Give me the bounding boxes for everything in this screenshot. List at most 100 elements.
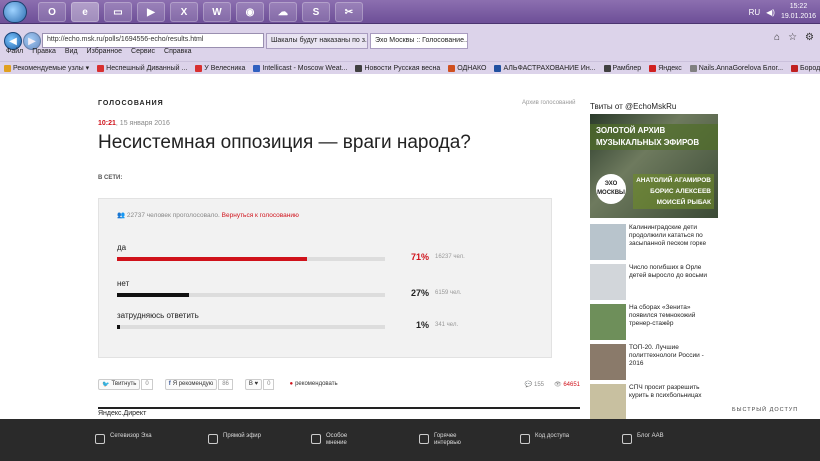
favorite-link[interactable]: АЛЬФАСТРАХОВАНИЕ Ин... [494, 62, 596, 74]
news-item[interactable]: ТОП-20. Лучшие политтехнологи России - 2… [590, 344, 718, 380]
settings-icon[interactable]: ⚙ [805, 32, 814, 43]
tweet-button[interactable]: 🐦 Твитнуть [98, 378, 141, 390]
internet-explorer-icon[interactable]: e [71, 2, 99, 22]
tab-2[interactable]: Эхо Москвы :: Голосование... [370, 33, 468, 49]
banner-name2: БОРИС АЛЕКСЕЕВ [650, 188, 711, 195]
favicon-icon [448, 64, 456, 72]
tab-1[interactable]: Шакалы будут наказаны по з... [266, 33, 368, 49]
option-percent: 27% [410, 288, 429, 298]
news-item[interactable]: Калининградские дети продолжили кататься… [590, 224, 718, 260]
yandex-direct-label[interactable]: Яндекс.Директ [98, 410, 146, 417]
menu-item-3[interactable]: Избранное [87, 48, 122, 60]
clock[interactable]: 15:22 19.01.2016 [781, 2, 816, 22]
word-icon[interactable]: W [203, 2, 231, 22]
footer-link[interactable]: Особое мнение [311, 433, 368, 447]
volume-icon[interactable]: ◀) [766, 8, 775, 17]
option-percent: 1% [415, 320, 429, 330]
favorite-label: Новости Русская весна [364, 64, 441, 72]
news-item[interactable]: Число погибших в Орле детей выросло до в… [590, 264, 718, 300]
explorer-icon[interactable]: ▭ [104, 2, 132, 22]
skype-icon[interactable]: S [302, 2, 330, 22]
start-button[interactable] [3, 1, 27, 23]
news-thumbnail[interactable] [590, 224, 626, 260]
tweet-count: 0 [141, 378, 153, 390]
news-headline[interactable]: На сборах «Зенита» появился темнокожий т… [629, 304, 717, 328]
outlook-icon[interactable]: O [38, 2, 66, 22]
favorite-label: Рекомендуемые узлы ▾ [13, 65, 90, 72]
facebook-button[interactable]: fЯ рекомендую [164, 378, 218, 390]
news-headline[interactable]: Число погибших в Орле детей выросло до в… [629, 264, 717, 280]
language-indicator[interactable]: RU [749, 8, 761, 17]
section-title[interactable]: ГОЛОСОВАНИЯ [98, 100, 164, 107]
comments-count[interactable]: 💬 155 [525, 381, 544, 388]
news-headline[interactable]: ТОП-20. Лучшие политтехнологи России - 2… [629, 344, 717, 368]
footer-bar: Сетевизор Эха Прямой эфир Особое мнение Гор… [0, 419, 820, 461]
recommend-label: рекомендовать [295, 381, 338, 387]
comment-icon: 💬 [524, 381, 534, 388]
favorite-link[interactable]: Рамблер [603, 62, 641, 74]
eye-icon: 👁 [554, 381, 564, 388]
footer-link[interactable]: Сетевизор Эха [95, 433, 152, 444]
news-headline[interactable]: СПЧ просит разрешить курить в психбольни… [629, 384, 717, 400]
favorites-icon[interactable]: ☆ [788, 32, 797, 43]
golden-archive-banner[interactable]: ЗОЛОТОЙ АРХИВ МУЗЫКАЛЬНЫХ ЭФИРОВ ЭХО МОСК… [590, 114, 718, 218]
date: , 15 января 2016 [115, 120, 170, 127]
favorite-link[interactable]: У Велесника [195, 62, 245, 74]
tv-icon [95, 434, 105, 444]
excel-icon[interactable]: X [170, 2, 198, 22]
favorite-link[interactable]: Nails.AnnaGorelova Блог... [689, 62, 784, 74]
archive-link[interactable]: Архив голосований [522, 100, 576, 106]
recommend-button[interactable]: ● рекомендовать [286, 379, 340, 390]
footer-link[interactable]: Код доступа [520, 433, 577, 444]
clock-time: 15:22 [789, 3, 808, 10]
back-to-vote-link[interactable]: Вернуться к голосованию [222, 212, 299, 219]
facebook-count: 86 [218, 378, 233, 390]
twitter-widget-title[interactable]: Твиты от @EchoMskRu [590, 102, 676, 111]
comments-value: 155 [534, 381, 545, 388]
menu-item-1[interactable]: Правка [32, 48, 56, 60]
favicon-icon [355, 64, 363, 72]
menu-item-0[interactable]: Файл [6, 48, 23, 60]
votes-total: 22737 человек проголосовало. [126, 212, 220, 219]
news-thumbnail[interactable] [590, 304, 626, 340]
favorite-link[interactable]: Intellicast - Moscow Weat... [253, 62, 347, 74]
media-player-icon[interactable]: ▶ [137, 2, 165, 22]
favorite-label: Nails.AnnaGorelova Блог... [698, 64, 784, 72]
favorite-link[interactable]: Новости Русская весна [355, 62, 440, 74]
snipping-icon[interactable]: ✂ [335, 2, 363, 22]
result-bar-fill [117, 293, 190, 297]
home-icon[interactable]: ⌂ [774, 32, 780, 43]
lock-icon [520, 434, 530, 444]
footer-link[interactable]: Горячее интервью [419, 433, 476, 447]
result-bar [117, 257, 385, 261]
footer-link[interactable]: Блог ААВ [622, 433, 679, 444]
menu-item-2[interactable]: Вид [65, 48, 78, 60]
news-headline[interactable]: Калининградские дети продолжили кататься… [629, 224, 717, 248]
footer-link[interactable]: Прямой эфир [208, 433, 265, 444]
address-bar[interactable]: http://echo.msk.ru/polls/1694556-echo/re… [42, 33, 264, 48]
favicon-icon [494, 64, 502, 72]
favorite-link[interactable]: Неспешный Диванный ... [97, 62, 187, 74]
dateline: 10:21, 15 января 2016 [98, 120, 170, 127]
favicon-icon [689, 64, 697, 72]
share-bar: 🐦 Твитнуть 0 fЯ рекомендую 86 В ♥ 0 ● реко… [98, 377, 580, 391]
news-thumbnail[interactable] [590, 384, 626, 419]
favorite-link[interactable]: ОДНАКО [448, 62, 486, 74]
news-item[interactable]: СПЧ просит разрешить курить в психбольни… [590, 384, 718, 419]
twitter-icon: 🐦 [102, 381, 110, 388]
vk-button[interactable]: В ♥ [244, 378, 263, 390]
cloud-icon[interactable]: ☁ [269, 2, 297, 22]
favorite-link[interactable]: Яндекс [649, 62, 682, 74]
news-item[interactable]: На сборах «Зенита» появился темнокожий т… [590, 304, 718, 340]
favorite-label: Неспешный Диванный ... [106, 64, 188, 72]
news-thumbnail[interactable] [590, 264, 626, 300]
favorite-link[interactable]: Бородай «Стрелков по ф... [791, 62, 820, 74]
banner-names: АНАТОЛИЙ АГАМИРОВ БОРИС АЛЕКСЕЕВ МОИСЕЙ … [633, 174, 714, 209]
option-label: нет [117, 279, 130, 288]
favorite-label: У Велесника [204, 64, 246, 72]
news-thumbnail[interactable] [590, 344, 626, 380]
menu-item-5[interactable]: Справка [164, 48, 191, 60]
menu-item-4[interactable]: Сервис [131, 48, 155, 60]
favorite-link[interactable]: Рекомендуемые узлы ▾ [4, 62, 89, 74]
chrome-icon[interactable]: ◉ [236, 2, 264, 22]
